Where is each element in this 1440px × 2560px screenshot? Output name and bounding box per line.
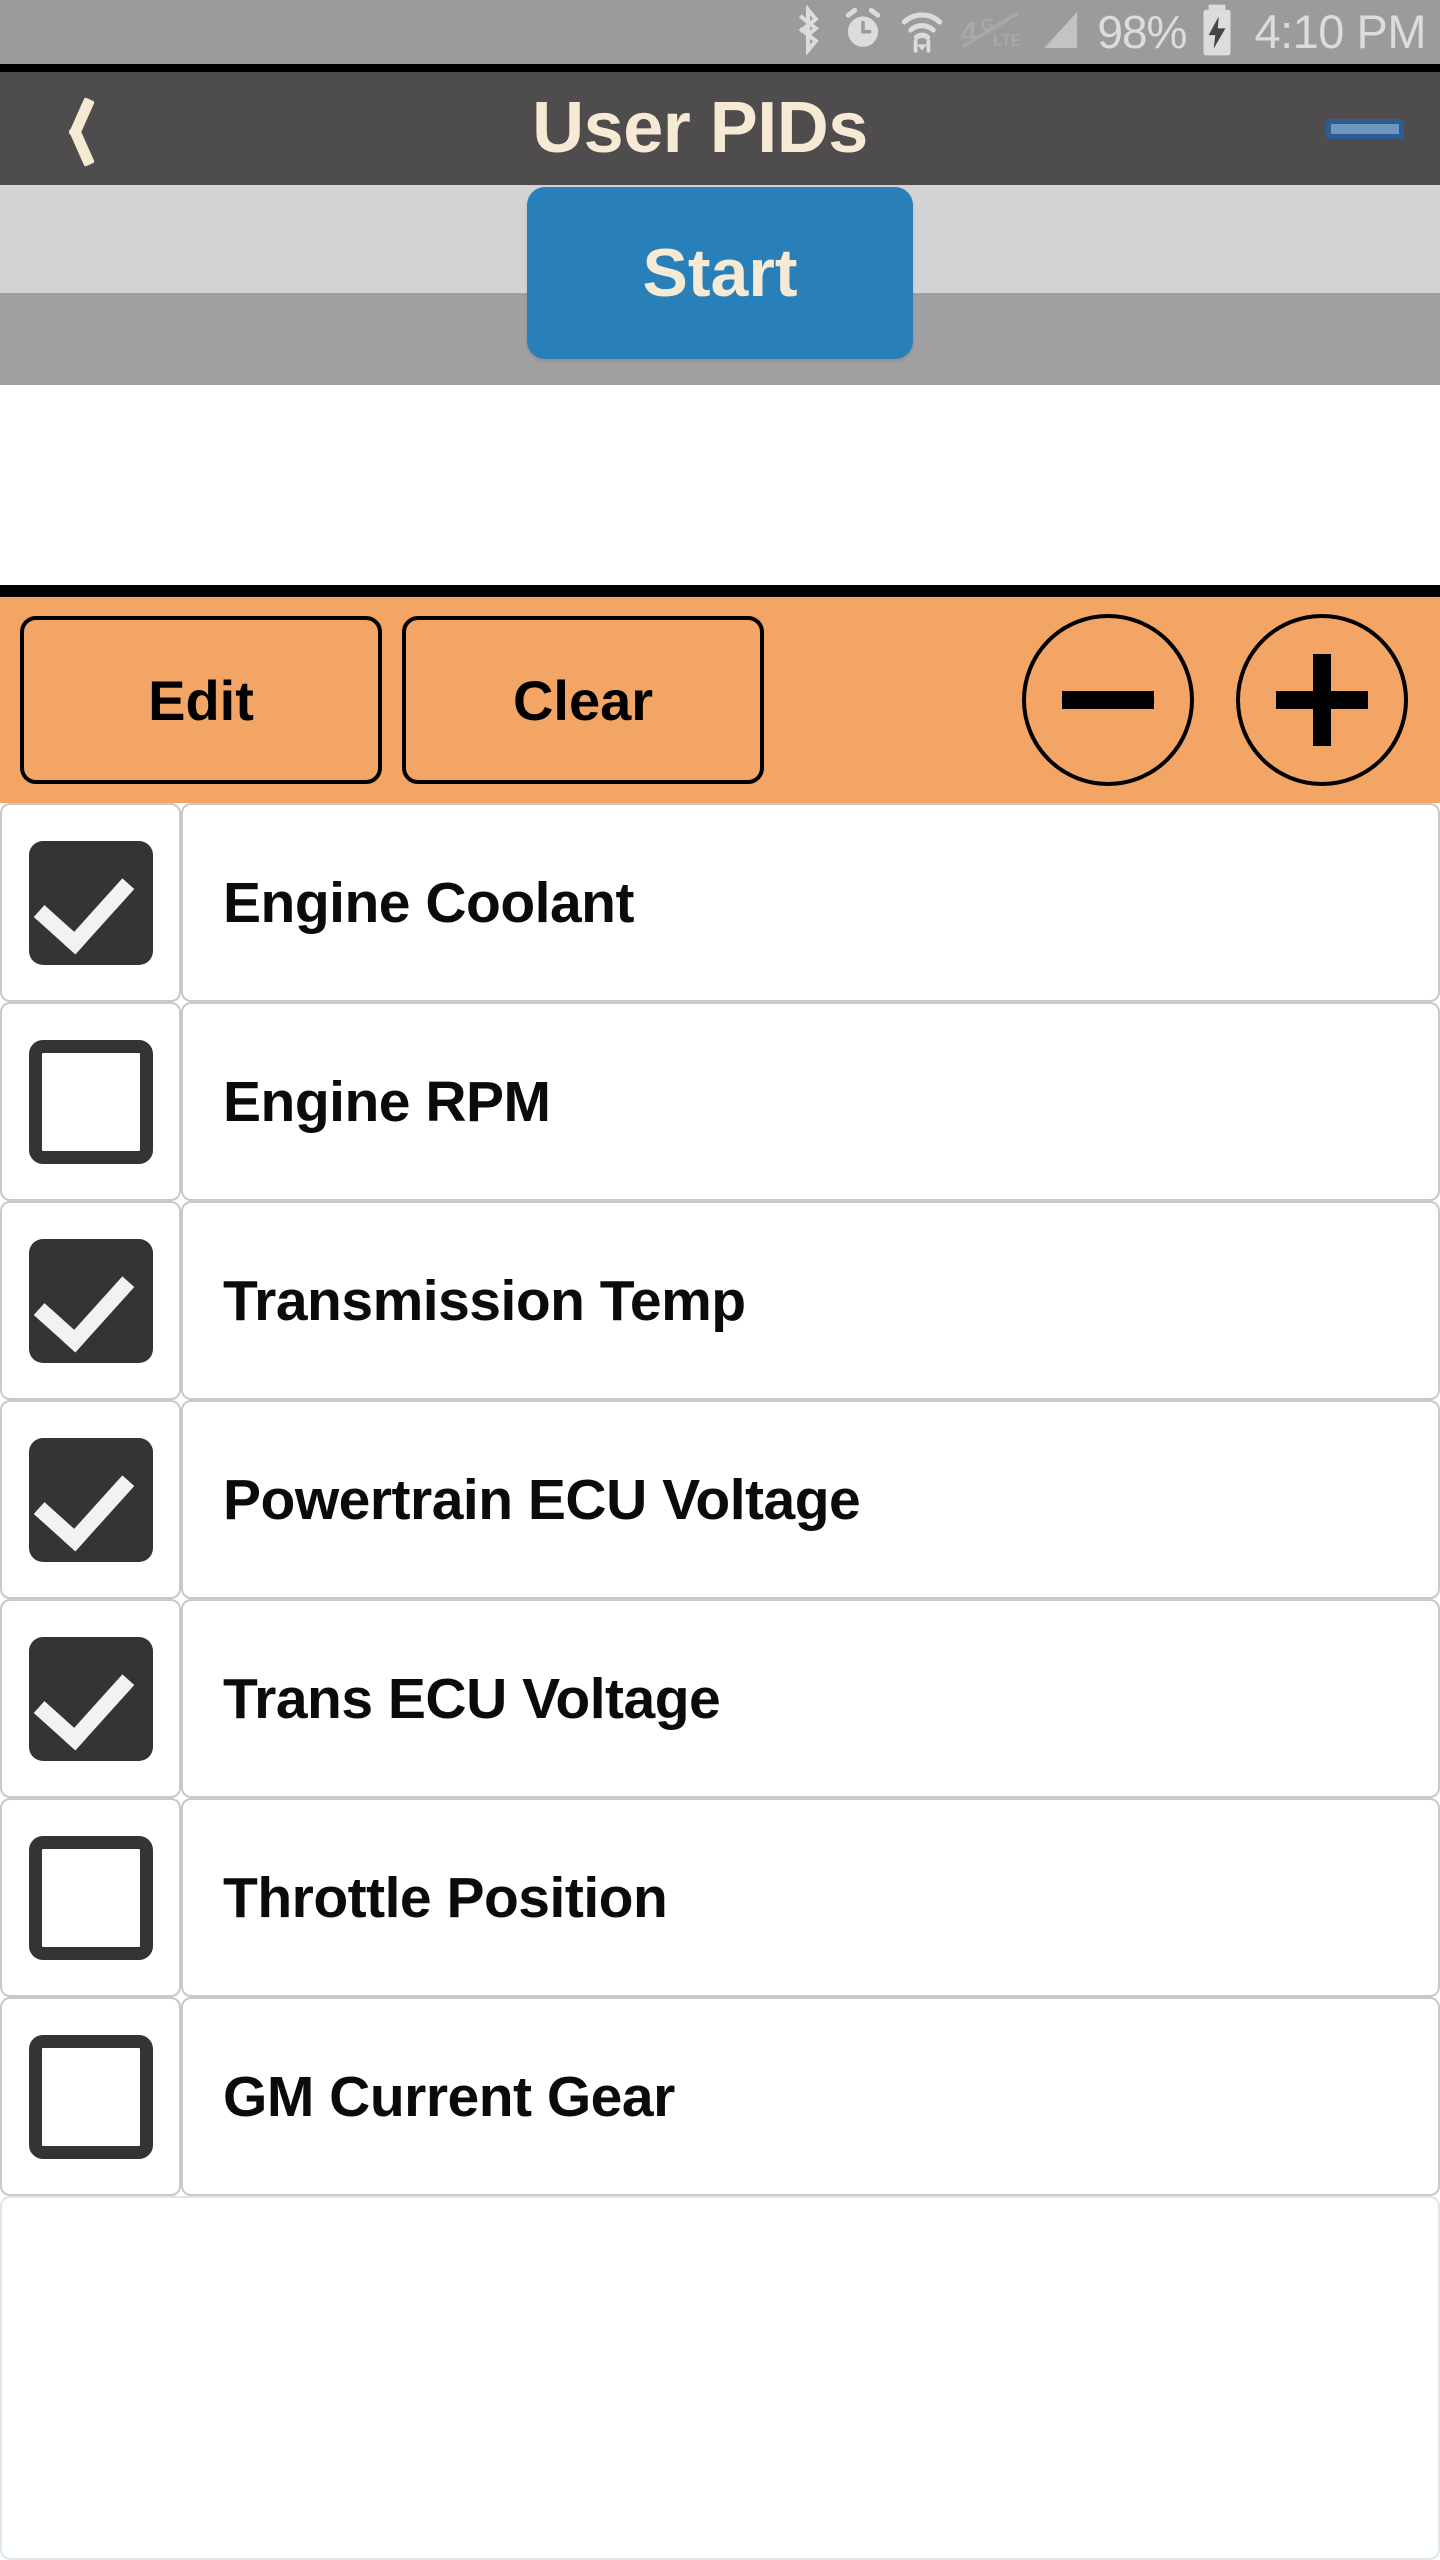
- minus-icon: [1062, 691, 1154, 709]
- plus-icon-vertical: [1313, 654, 1331, 746]
- pid-checkbox-cell[interactable]: [0, 1997, 181, 2196]
- bluetooth-icon: [789, 3, 827, 60]
- checkbox-checked-icon[interactable]: [28, 1437, 153, 1562]
- edit-button[interactable]: Edit: [20, 616, 382, 784]
- table-row[interactable]: Engine Coolant: [0, 803, 1440, 1002]
- status-divider: [0, 64, 1440, 72]
- pid-label: GM Current Gear: [223, 2064, 675, 2129]
- pid-label-cell[interactable]: GM Current Gear: [181, 1997, 1440, 2196]
- wifi-icon: [899, 6, 945, 59]
- title-bar: User PIDs: [0, 72, 1440, 185]
- pid-checkbox-cell[interactable]: [0, 1002, 181, 1201]
- table-row[interactable]: Transmission Temp: [0, 1201, 1440, 1400]
- pid-label-cell[interactable]: Throttle Position: [181, 1798, 1440, 1997]
- status-clock: 4:10 PM: [1254, 5, 1426, 58]
- page-title: User PIDs: [532, 88, 868, 168]
- status-bar: 4 G LTE 98% 4:10 PM: [0, 0, 1440, 64]
- empty-list-area: [0, 2196, 1440, 2560]
- pid-list: Engine Coolant Engine RPM Transmission Tem…: [0, 803, 1440, 2560]
- checkbox-unchecked-icon[interactable]: [28, 1039, 153, 1164]
- pid-checkbox-cell[interactable]: [0, 803, 181, 1002]
- status-icon-tray: 4 G LTE 98% 4:10 PM: [789, 0, 1426, 64]
- pid-label-cell[interactable]: Trans ECU Voltage: [181, 1599, 1440, 1798]
- pid-label: Engine Coolant: [223, 870, 634, 935]
- start-button[interactable]: Start: [527, 187, 913, 359]
- checkbox-checked-icon[interactable]: [28, 840, 153, 965]
- dash-indicator-icon: [1326, 118, 1404, 139]
- 4g-lte-off-icon: 4 G LTE: [959, 8, 1022, 57]
- pid-label-cell[interactable]: Powertrain ECU Voltage: [181, 1400, 1440, 1599]
- table-row[interactable]: Throttle Position: [0, 1798, 1440, 1997]
- battery-charging-icon: [1200, 3, 1234, 62]
- pid-checkbox-cell[interactable]: [0, 1599, 181, 1798]
- app-root: 4 G LTE 98% 4:10 PM User PIDs Start Edit…: [0, 0, 1440, 2560]
- table-row[interactable]: GM Current Gear: [0, 1997, 1440, 2196]
- toolbar-top-divider: [0, 585, 1440, 597]
- stepper-group: [1022, 614, 1408, 786]
- back-chevron-icon: [58, 98, 92, 160]
- pid-label: Transmission Temp: [223, 1268, 746, 1333]
- clear-button[interactable]: Clear: [402, 616, 764, 784]
- pid-checkbox-cell[interactable]: [0, 1400, 181, 1599]
- pid-label-cell[interactable]: Engine Coolant: [181, 803, 1440, 1002]
- pid-checkbox-cell[interactable]: [0, 1201, 181, 1400]
- action-toolbar: Edit Clear: [0, 597, 1440, 803]
- svg-text:LTE: LTE: [993, 32, 1021, 49]
- dash-indicator-button[interactable]: [1290, 72, 1440, 185]
- checkbox-unchecked-icon[interactable]: [28, 2034, 153, 2159]
- checkbox-unchecked-icon[interactable]: [28, 1835, 153, 1960]
- cell-signal-icon: [1035, 7, 1083, 58]
- pid-label-cell[interactable]: Engine RPM: [181, 1002, 1440, 1201]
- pid-label: Trans ECU Voltage: [223, 1666, 721, 1731]
- checkbox-checked-icon[interactable]: [28, 1238, 153, 1363]
- table-row[interactable]: Trans ECU Voltage: [0, 1599, 1440, 1798]
- table-row[interactable]: Powertrain ECU Voltage: [0, 1400, 1440, 1599]
- pid-label: Engine RPM: [223, 1069, 551, 1134]
- checkbox-checked-icon[interactable]: [28, 1636, 153, 1761]
- battery-percent-label: 98%: [1097, 6, 1187, 58]
- table-row[interactable]: Engine RPM: [0, 1002, 1440, 1201]
- alarm-clock-icon: [841, 7, 885, 58]
- pid-label-cell[interactable]: Transmission Temp: [181, 1201, 1440, 1400]
- pid-label: Powertrain ECU Voltage: [223, 1467, 861, 1532]
- plus-button[interactable]: [1236, 614, 1408, 786]
- pid-checkbox-cell[interactable]: [0, 1798, 181, 1997]
- minus-button[interactable]: [1022, 614, 1194, 786]
- pid-label: Throttle Position: [223, 1865, 668, 1930]
